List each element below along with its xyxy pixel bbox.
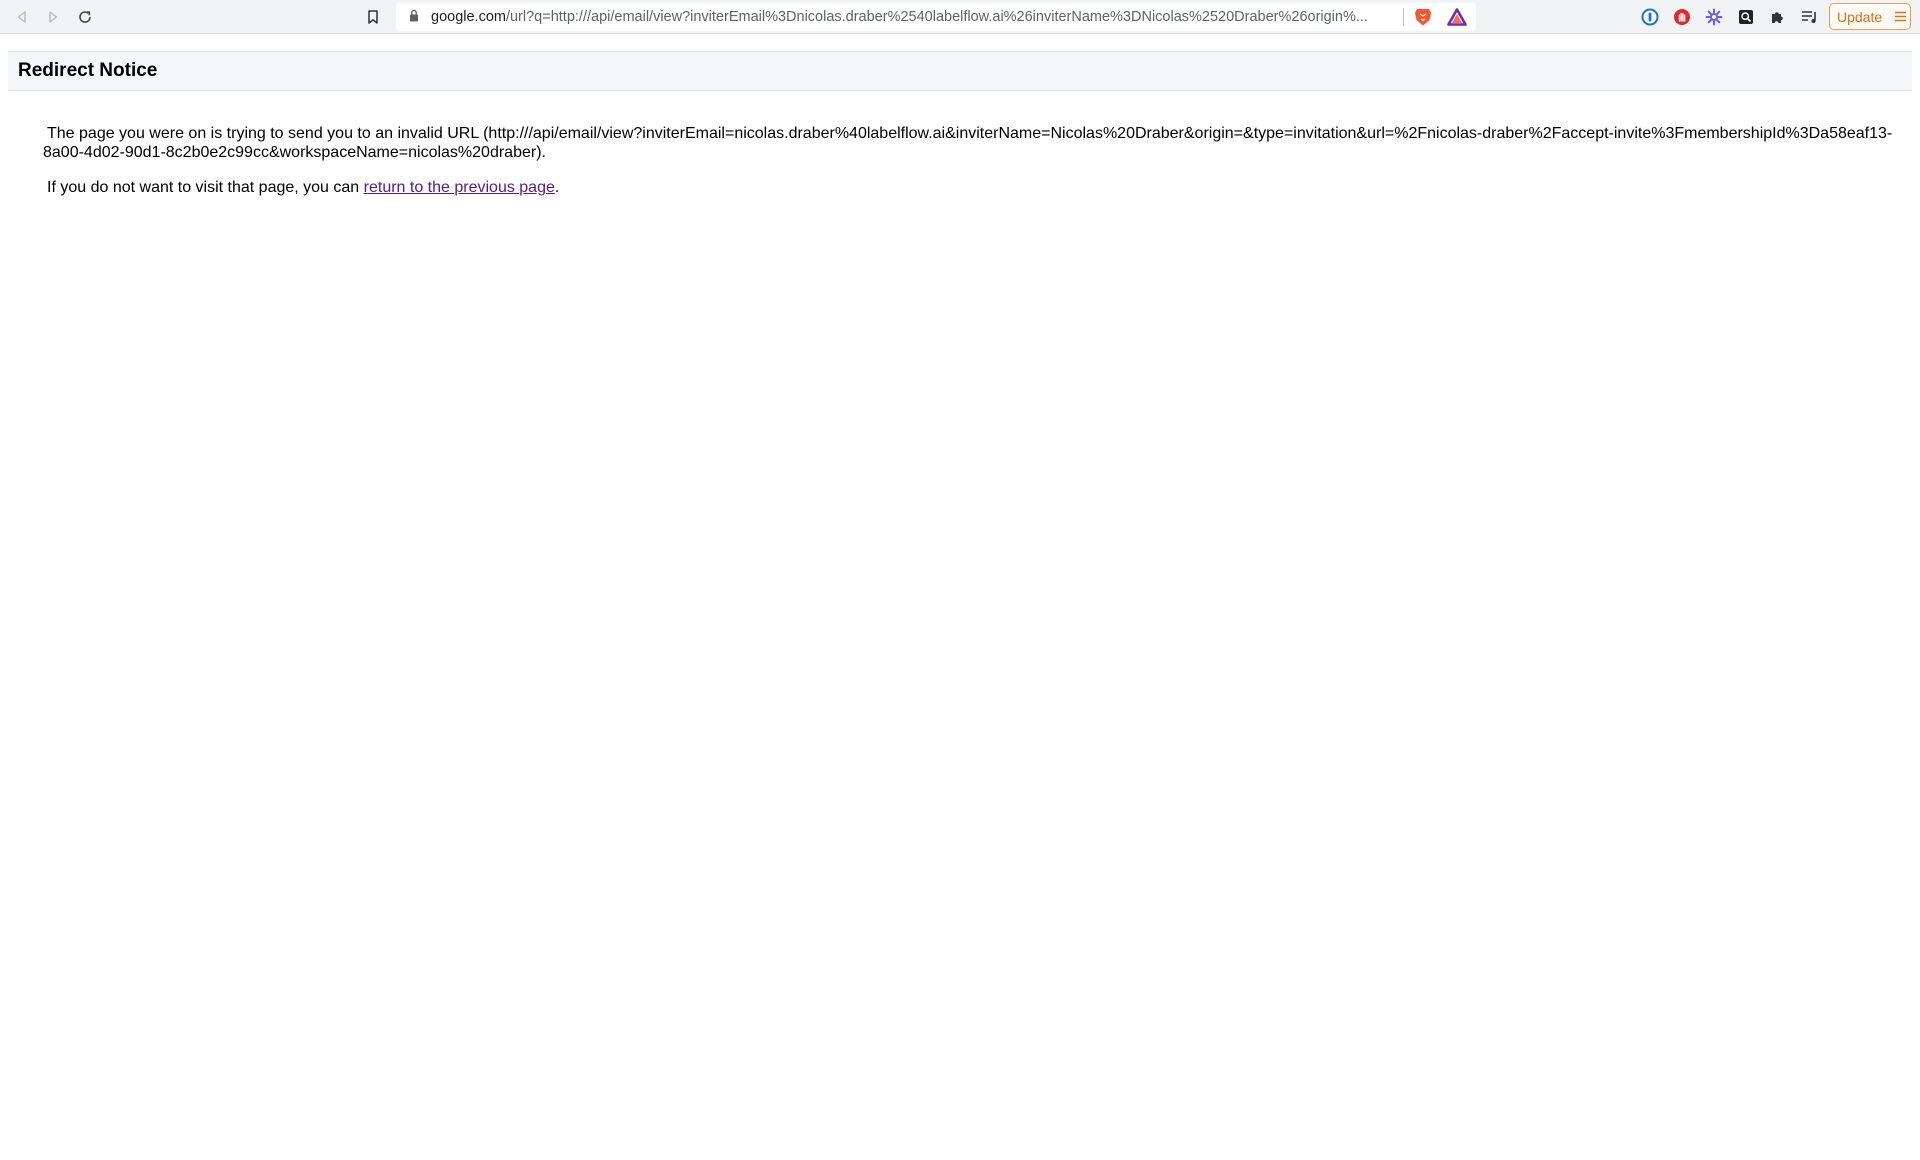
url-domain: google.com (431, 9, 506, 25)
return-to-previous-page-link[interactable]: return to the previous page (364, 179, 555, 196)
back-arrow-icon (14, 9, 30, 25)
address-bar-divider (1403, 8, 1404, 26)
brave-lion-icon (1414, 7, 1432, 27)
onepassword-icon (1641, 8, 1659, 26)
playlist-icon (1801, 9, 1819, 25)
puzzle-icon (1770, 9, 1786, 25)
bookmark-button[interactable] (360, 4, 386, 30)
return-suffix: . (554, 179, 560, 196)
reload-icon (77, 9, 93, 25)
magnifier-icon (1738, 9, 1754, 25)
extension-onepassword[interactable] (1637, 4, 1663, 30)
extension-magnifier[interactable] (1733, 4, 1759, 30)
extensions-button[interactable] (1765, 4, 1791, 30)
forward-arrow-icon (45, 9, 61, 25)
update-label: Update (1837, 8, 1883, 25)
bookmark-icon (366, 9, 380, 25)
lock-icon[interactable] (409, 9, 419, 26)
reload-button[interactable] (72, 4, 98, 30)
playlist-button[interactable] (1797, 4, 1823, 30)
invalid-url-text: The page you were on is trying to send y… (43, 125, 1893, 161)
page-title: Redirect Notice (18, 60, 158, 81)
url-path: /url?q=http:///api/email/view?inviterEma… (505, 9, 1368, 25)
adblock-hand-icon (1673, 8, 1691, 26)
update-menu-button[interactable]: Update (1829, 3, 1911, 30)
forward-button[interactable] (40, 4, 66, 30)
triangle-rewards-icon (1447, 8, 1467, 26)
return-message: If you do not want to visit that page, y… (47, 178, 559, 197)
back-button[interactable] (9, 4, 35, 30)
invalid-url-message: The page you were on is trying to send y… (43, 124, 1895, 162)
purple-gear-icon (1705, 8, 1723, 26)
brave-rewards-button[interactable] (1444, 4, 1470, 30)
browser-toolbar: google.com/url?q=http:///api/email/view?… (0, 0, 1920, 34)
notice-header: Redirect Notice (8, 51, 1912, 91)
hamburger-icon (1895, 9, 1907, 25)
address-bar[interactable]: google.com/url?q=http:///api/email/view?… (396, 3, 1476, 31)
return-prefix: If you do not want to visit that page, y… (47, 179, 364, 196)
brave-shields-button[interactable] (1410, 4, 1436, 30)
extension-purple[interactable] (1701, 4, 1727, 30)
extension-adblock[interactable] (1669, 4, 1695, 30)
